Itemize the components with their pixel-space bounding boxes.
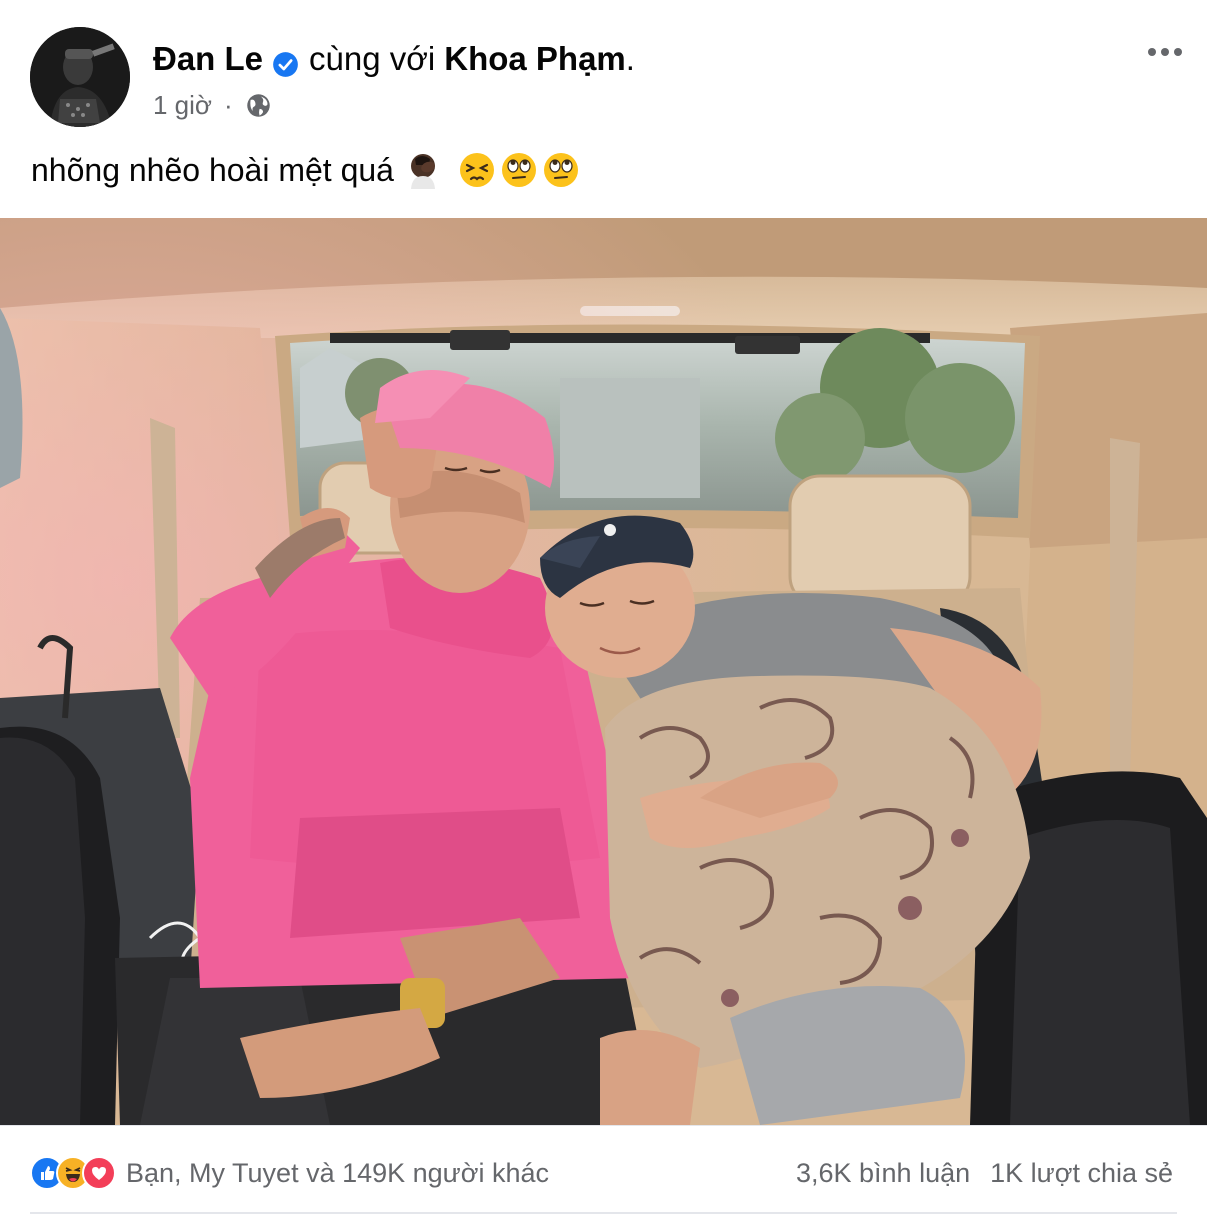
globe-icon[interactable]	[245, 92, 272, 119]
author-avatar[interactable]	[30, 27, 130, 127]
meta-separator: ·	[223, 90, 233, 120]
eye-roll-emoji-icon	[501, 153, 536, 187]
post-caption: nhõng nhẽo hoài mệt quá	[31, 148, 584, 192]
post-footer: Bạn, My Tuyet và 149K người khác 3,6K bì…	[0, 1125, 1207, 1214]
post-header: Đan Le cùng với Khoa Phạm . 1 giờ ·	[0, 0, 1207, 140]
reactions-text[interactable]: Bạn, My Tuyet và 149K người khác	[126, 1156, 549, 1190]
verified-badge-icon	[272, 46, 299, 77]
post-meta: 1 giờ ·	[153, 88, 272, 122]
caption-emojis	[402, 149, 584, 191]
facepalm-emoji-icon	[410, 154, 435, 189]
eye-roll-emoji-icon	[543, 153, 578, 187]
tagged-suffix: .	[625, 40, 635, 77]
more-horizontal-icon	[1148, 48, 1182, 56]
love-icon	[82, 1156, 116, 1190]
persevering-face-emoji-icon	[459, 153, 494, 187]
post-timestamp[interactable]: 1 giờ	[153, 88, 212, 122]
caption-text: nhõng nhẽo hoài mệt quá	[31, 152, 394, 188]
comments-count[interactable]: 3,6K bình luận	[796, 1156, 970, 1190]
tagged-user-name[interactable]: Khoa Phạm	[444, 38, 626, 80]
more-options-button[interactable]	[1140, 32, 1190, 72]
engagement-counts: 3,6K bình luận 1K lượt chia sẻ	[796, 1156, 1173, 1190]
reactions-summary[interactable]: Bạn, My Tuyet và 149K người khác	[30, 1156, 549, 1190]
with-text: cùng với	[309, 40, 436, 77]
post-photo[interactable]	[0, 218, 1207, 1125]
author-name[interactable]: Đan Le	[153, 38, 263, 80]
author-line: Đan Le cùng với Khoa Phạm .	[153, 38, 635, 80]
reaction-icons	[30, 1156, 116, 1190]
shares-count[interactable]: 1K lượt chia sẻ	[990, 1156, 1173, 1190]
